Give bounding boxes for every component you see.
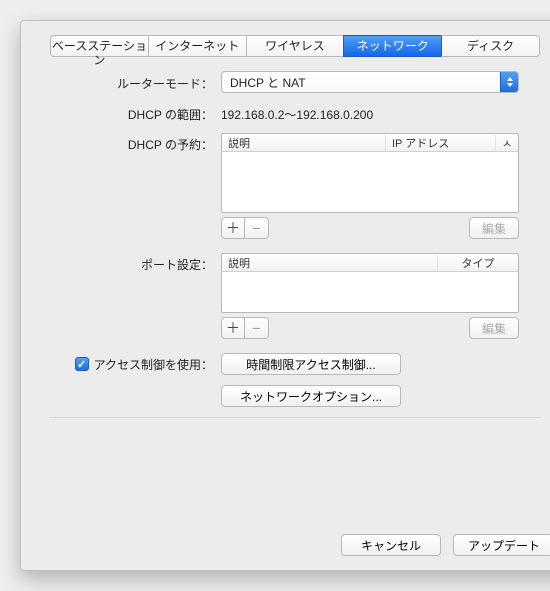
- dhcp-reserve-table[interactable]: 説明 IP アドレス ㅅ: [221, 133, 519, 213]
- router-mode-popup[interactable]: DHCP と NAT: [221, 71, 519, 93]
- dhcp-range-value: 192.168.0.2～192.168.0.200: [221, 103, 373, 123]
- router-mode-value: DHCP と NAT: [222, 74, 306, 91]
- timed-access-control-button[interactable]: 時間制限アクセス制御...: [221, 353, 401, 375]
- tab-internet[interactable]: インターネット: [148, 35, 246, 57]
- port-add-button[interactable]: ＋: [221, 317, 245, 339]
- port-remove-button[interactable]: −: [245, 317, 269, 339]
- access-control-checkbox[interactable]: ✓: [75, 357, 89, 371]
- dhcp-edit-button[interactable]: 編集: [469, 217, 519, 239]
- port-settings-body: [222, 272, 518, 312]
- dhcp-reserve-header: 説明 IP アドレス ㅅ: [222, 134, 518, 152]
- tab-base-station[interactable]: ベースステーション: [50, 35, 148, 57]
- port-settings-table[interactable]: 説明 タイプ: [221, 253, 519, 313]
- tab-wireless[interactable]: ワイヤレス: [246, 35, 344, 57]
- dhcp-add-button[interactable]: ＋: [221, 217, 245, 239]
- dhcp-reserve-label: DHCP の予約：: [35, 133, 221, 153]
- col-sort-icon[interactable]: ㅅ: [496, 135, 518, 151]
- col-ip-address[interactable]: IP アドレス: [386, 135, 496, 151]
- access-control-label: アクセス制御を使用：: [94, 356, 213, 373]
- port-edit-button[interactable]: 編集: [469, 317, 519, 339]
- footer-buttons: キャンセル アップデート: [341, 534, 550, 556]
- update-button[interactable]: アップデート: [453, 534, 550, 556]
- network-options-button[interactable]: ネットワークオプション...: [221, 385, 401, 407]
- tab-disk[interactable]: ディスク: [441, 35, 540, 57]
- popup-arrows-icon: [500, 72, 518, 92]
- tab-network[interactable]: ネットワーク: [343, 35, 441, 57]
- dhcp-range-label: DHCP の範囲：: [35, 103, 221, 123]
- port-settings-header: 説明 タイプ: [222, 254, 518, 272]
- col-description[interactable]: 説明: [222, 135, 386, 151]
- router-mode-label: ルーターモード：: [35, 72, 221, 92]
- dhcp-reserve-body: [222, 152, 518, 212]
- cancel-button[interactable]: キャンセル: [341, 534, 441, 556]
- network-settings-window: ベースステーション インターネット ワイヤレス ネットワーク ディスク ルーター…: [20, 20, 550, 571]
- tab-bar: ベースステーション インターネット ワイヤレス ネットワーク ディスク: [50, 35, 540, 57]
- col-port-description[interactable]: 説明: [222, 255, 438, 271]
- dhcp-remove-button[interactable]: −: [245, 217, 269, 239]
- divider: [49, 417, 541, 418]
- port-settings-label: ポート設定：: [35, 253, 221, 273]
- col-port-type[interactable]: タイプ: [438, 255, 518, 271]
